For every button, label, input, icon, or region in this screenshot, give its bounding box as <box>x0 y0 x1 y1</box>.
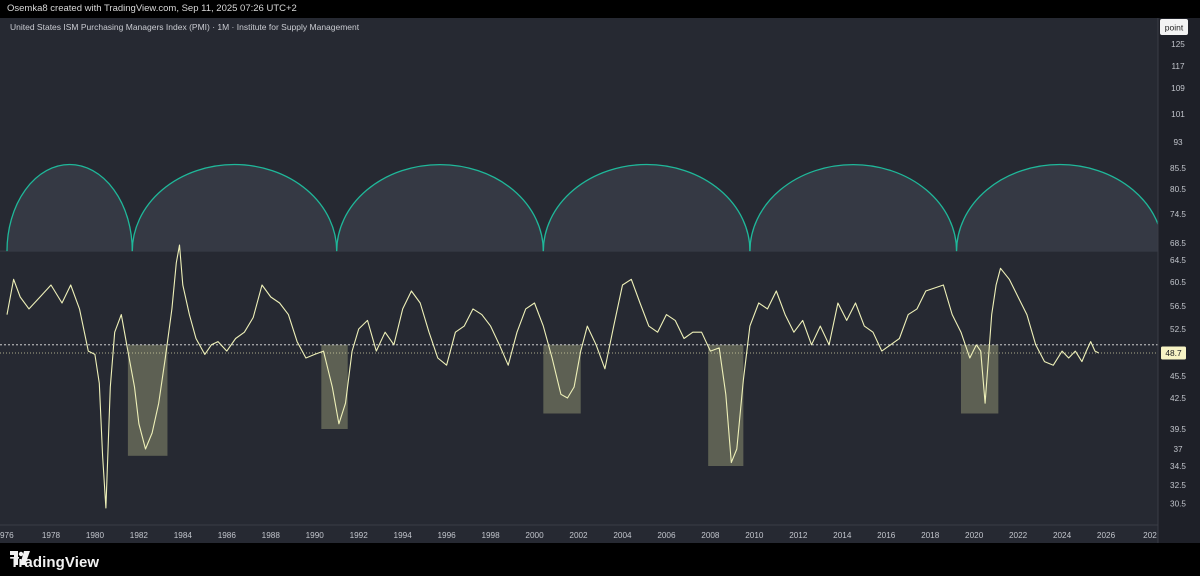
chart-title: United States ISM Purchasing Managers In… <box>10 22 360 32</box>
pmi-chart[interactable]: 125 117 109 101 93 85.5 80.5 74.5 68.5 64.5 60.5 56… <box>0 18 1200 548</box>
x-tick-label: 976 <box>0 531 14 540</box>
x-tick-label: 2020 <box>965 531 984 540</box>
x-tick-label: 2006 <box>657 531 676 540</box>
y-tick-label: 34.5 <box>1170 462 1186 471</box>
recession-box <box>127 344 168 456</box>
x-tick-label: 1994 <box>394 531 413 540</box>
watermark-text: Osemka8 created with TradingView.com, Se… <box>7 3 297 14</box>
recession-box <box>708 344 744 466</box>
x-tick-label: 2022 <box>1009 531 1028 540</box>
y-tick-label: 39.5 <box>1170 425 1186 434</box>
y-tick-label: 117 <box>1171 62 1184 71</box>
x-tick-label: 2000 <box>525 531 544 540</box>
y-tick-label: 60.5 <box>1170 278 1186 287</box>
y-tick-label: 56.5 <box>1170 302 1186 311</box>
scale-unit-label: point <box>1165 23 1184 33</box>
watermark-bar: Osemka8 created with TradingView.com, Se… <box>0 0 1200 18</box>
y-tick-label: 64.5 <box>1170 256 1186 265</box>
x-tick-label: 1978 <box>42 531 61 540</box>
y-tick-label: 42.5 <box>1170 394 1186 403</box>
last-value-label: 48.7 <box>1165 348 1182 358</box>
x-tick-label: 2012 <box>789 531 808 540</box>
y-tick-label: 85.5 <box>1170 164 1186 173</box>
scale-unit-button[interactable]: point <box>1160 19 1188 35</box>
y-tick-label: 32.5 <box>1170 481 1186 490</box>
x-tick-label: 2024 <box>1053 531 1072 540</box>
x-tick-label: 1990 <box>306 531 325 540</box>
y-tick-label: 80.5 <box>1170 185 1186 194</box>
x-tick-label: 1982 <box>130 531 149 540</box>
x-tick-label: 202 <box>1143 531 1157 540</box>
x-tick-label: 2002 <box>569 531 588 540</box>
tradingview-brand[interactable]: TradingView <box>10 551 99 573</box>
tradingview-logo-icon <box>10 551 30 565</box>
x-tick-label: 2014 <box>833 531 852 540</box>
y-tick-label: 125 <box>1171 40 1185 49</box>
x-tick-label: 1984 <box>174 531 193 540</box>
x-tick-label: 1998 <box>481 531 500 540</box>
x-tick-label: 1980 <box>86 531 105 540</box>
y-tick-label: 101 <box>1171 110 1185 119</box>
recession-box <box>960 344 999 414</box>
chart-frame: 125 117 109 101 93 85.5 80.5 74.5 68.5 64.5 60.5 56… <box>0 18 1200 548</box>
y-tick-label: 52.5 <box>1170 325 1186 334</box>
y-tick-label: 30.5 <box>1170 499 1186 508</box>
plot-background <box>0 18 1158 543</box>
y-tick-label: 68.5 <box>1170 239 1186 248</box>
y-tick-label: 109 <box>1171 84 1185 93</box>
x-tick-label: 2016 <box>877 531 896 540</box>
price-scale[interactable]: 125 117 109 101 93 85.5 80.5 74.5 68.5 64.5 60.5 56… <box>1157 18 1200 543</box>
y-tick-label: 37 <box>1173 445 1183 454</box>
y-tick-label: 93 <box>1173 138 1183 147</box>
x-tick-label: 1986 <box>218 531 237 540</box>
x-tick-label: 2004 <box>613 531 632 540</box>
x-tick-label: 1992 <box>350 531 369 540</box>
y-tick-label: 45.5 <box>1170 372 1186 381</box>
x-tick-label: 1988 <box>262 531 281 540</box>
x-tick-label: 1996 <box>438 531 457 540</box>
x-tick-label: 2018 <box>921 531 940 540</box>
x-tick-label: 2008 <box>701 531 720 540</box>
y-tick-label: 74.5 <box>1170 210 1186 219</box>
footer-bar: TradingView <box>0 548 1200 576</box>
x-tick-label: 2026 <box>1097 531 1116 540</box>
x-tick-label: 2010 <box>745 531 764 540</box>
